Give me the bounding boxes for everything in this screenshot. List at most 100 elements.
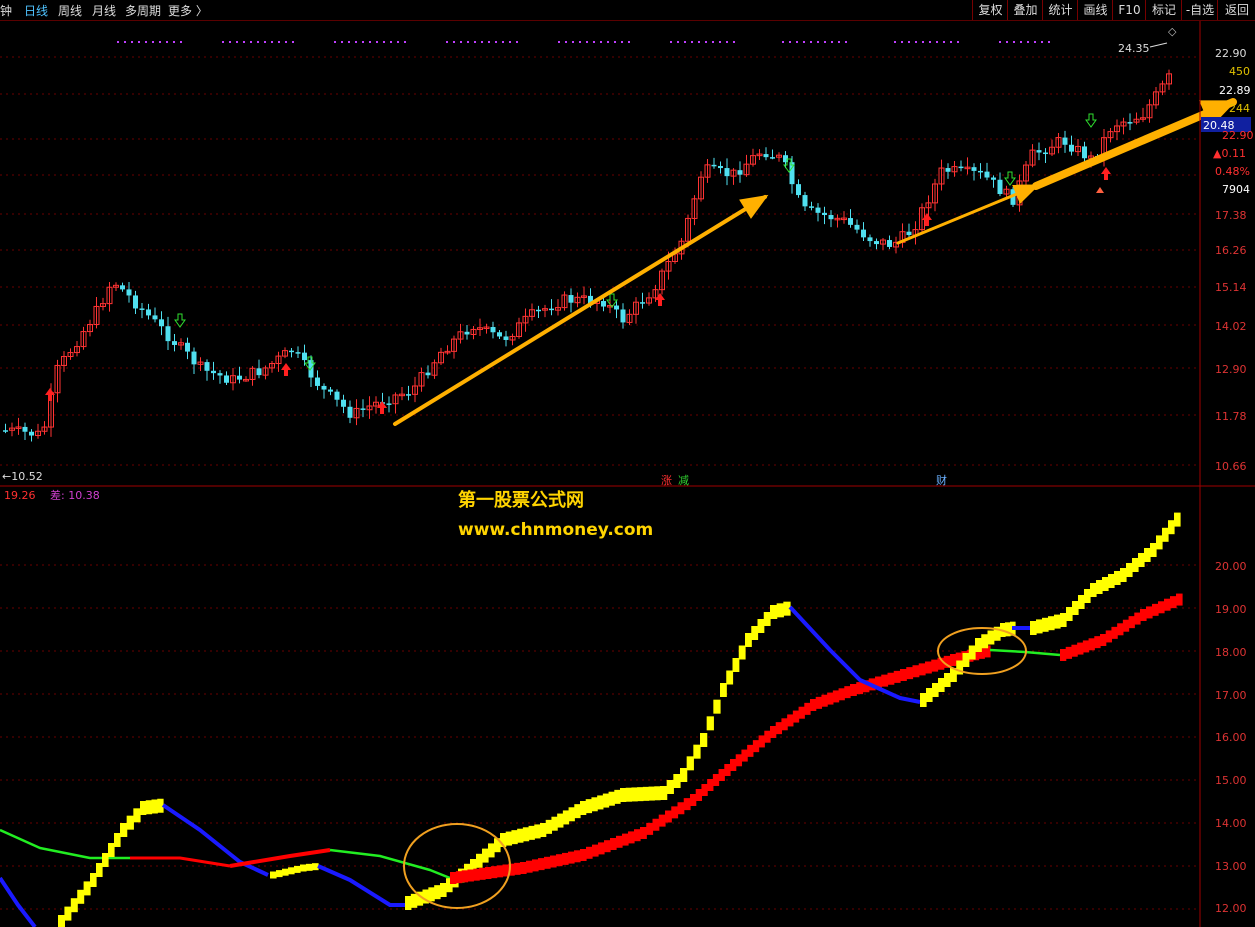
sell-arrow-icon	[1004, 171, 1016, 186]
candle-body	[22, 426, 28, 432]
indicator-red-line	[1100, 634, 1107, 646]
indicator-yellow-band	[706, 716, 714, 731]
signal-dot	[726, 41, 728, 43]
indicator-yellow-band	[58, 915, 65, 927]
signal-dot	[509, 41, 511, 43]
event-marker-rise[interactable]: 涨	[661, 474, 672, 487]
signal-dot	[292, 41, 294, 43]
indicator-red-line	[514, 862, 521, 875]
indicator-red-line	[787, 714, 794, 727]
indicator-yellow-band	[1048, 616, 1055, 631]
indicator-yellow-band	[580, 801, 587, 815]
indicator-yellow-band	[517, 828, 524, 843]
signal-dot	[117, 41, 119, 43]
indicator-red-line	[610, 838, 617, 850]
signal-dot	[698, 41, 700, 43]
indicator-yellow-band	[625, 787, 633, 802]
indicator-red-line	[1105, 630, 1113, 643]
signal-dot	[264, 41, 266, 43]
indicator-red-line	[1164, 598, 1171, 611]
signal-dot	[831, 41, 833, 43]
indicator-tick: 12.00	[1215, 902, 1247, 915]
indicator-red-line	[690, 794, 697, 806]
signal-dot	[803, 41, 805, 43]
indicator-red-line	[764, 730, 771, 743]
indicator-red-line	[628, 831, 635, 844]
signal-dot	[180, 41, 182, 43]
indicator-red-line	[832, 690, 840, 703]
event-marker-finance[interactable]: 财	[936, 473, 947, 487]
indicator-red-line	[815, 696, 823, 709]
indicator-yellow-band	[557, 813, 564, 828]
candle-body	[341, 399, 346, 407]
signal-dot	[404, 41, 406, 43]
signal-dot	[243, 41, 245, 43]
indicator-tick: 15.00	[1215, 774, 1247, 787]
indicator-red-line	[677, 802, 685, 815]
indicator-yellow-band	[114, 833, 121, 847]
indicator-yellow-band	[300, 864, 307, 872]
indicator-yellow-band	[673, 774, 681, 788]
signal-dot	[621, 41, 623, 43]
candle-body	[133, 295, 138, 309]
indicator-red-line	[850, 684, 857, 696]
candle-body	[185, 342, 190, 352]
indicator-tick: 16.00	[1215, 731, 1247, 744]
indicator-red-line	[798, 706, 805, 719]
event-marker-reduce[interactable]: 减	[678, 474, 689, 487]
indicator-red-line	[1117, 623, 1124, 636]
indicator-red-line	[634, 829, 641, 842]
signal-dot	[1034, 41, 1036, 43]
indicator-yellow-band	[108, 843, 115, 857]
indicator-red-line	[1094, 636, 1101, 649]
indicator-yellow-band	[981, 634, 989, 649]
indicator-yellow-band	[770, 605, 778, 619]
candle-body	[334, 391, 340, 400]
indicator-yellow-band	[700, 733, 708, 747]
buy-arrow-icon	[655, 293, 665, 306]
indicator-yellow-band	[654, 786, 661, 801]
signal-dot	[1013, 41, 1015, 43]
indicator-red-line	[821, 694, 828, 707]
indicator-red-line	[586, 846, 593, 859]
candle-body	[295, 352, 301, 354]
indicator-red-line	[838, 688, 845, 701]
candle-body	[302, 352, 307, 361]
indicator-yellow-band	[574, 804, 581, 819]
indicator-yellow-band	[1090, 583, 1097, 597]
signal-dot	[600, 41, 602, 43]
signal-dot	[474, 41, 476, 43]
indicator-red-line	[479, 867, 486, 880]
signal-dot	[901, 41, 903, 43]
indicator-red-line	[881, 674, 889, 687]
indicator-yellow-band	[102, 853, 109, 867]
indicator-yellow-band	[70, 898, 78, 913]
indicator-yellow-band	[648, 786, 655, 801]
indicator-yellow-band	[140, 801, 147, 815]
trend-arrow	[393, 195, 767, 426]
indicator-yellow-band	[666, 780, 674, 794]
indicator-red-line	[1077, 642, 1084, 655]
indicator-yellow-band	[591, 797, 598, 812]
indicator-red-line	[671, 806, 679, 819]
quote-info: 450 22.89 244 20.48 22.90 ▲0.11 0.48% 79…	[1201, 65, 1254, 196]
candle-body	[503, 336, 509, 340]
indicator-yellow-band	[938, 678, 945, 692]
candle-body	[945, 168, 951, 172]
candle-body	[3, 430, 8, 432]
indicator-yellow-band	[1114, 571, 1121, 585]
indicator-red-line	[461, 870, 469, 883]
signal-dot	[782, 41, 784, 43]
signal-dot	[1048, 41, 1050, 43]
indicator-red-line	[652, 818, 660, 831]
candle-body	[822, 212, 827, 216]
indicator-yellow-band	[405, 896, 412, 910]
indicator-red-line	[741, 749, 748, 762]
indicator-red-line	[455, 871, 463, 884]
signal-dot	[845, 41, 847, 43]
indicator-red-line	[532, 859, 539, 872]
indicator-yellow-band	[686, 756, 694, 771]
indicator-yellow-band	[528, 825, 535, 840]
indicator-yellow-band	[693, 744, 701, 759]
indicator-yellow-band	[440, 883, 447, 897]
